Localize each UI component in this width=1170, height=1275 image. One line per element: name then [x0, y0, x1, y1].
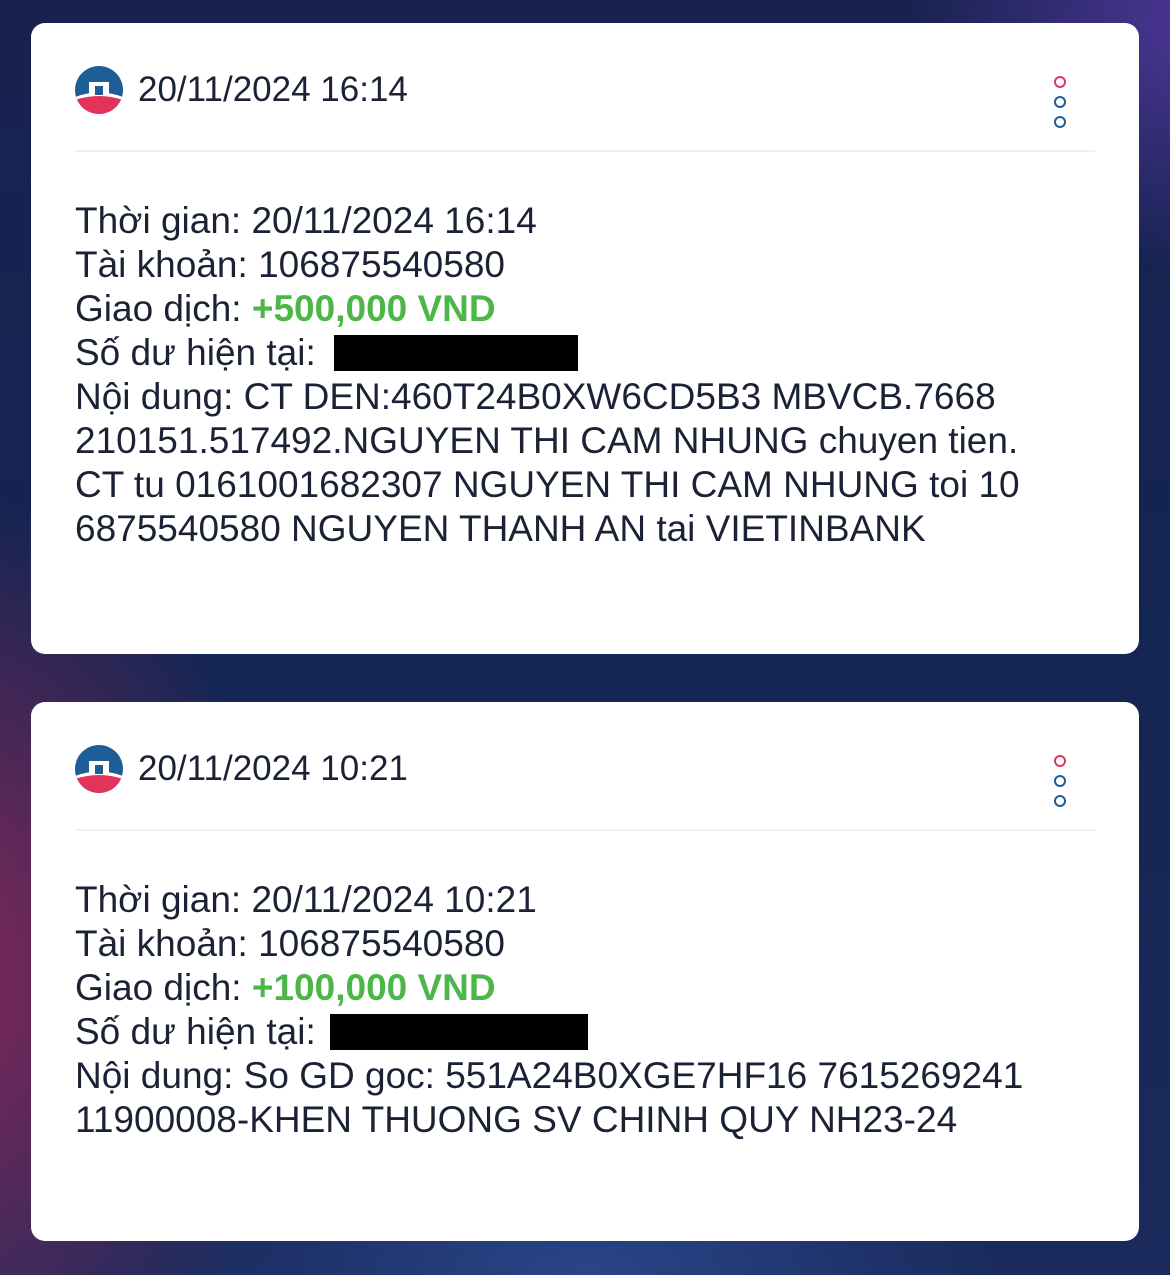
content-line-1: Nội dung: CT DEN:460T24B0XW6CD5B3 MBVCB.…	[75, 375, 1095, 419]
vietinbank-logo-icon	[75, 745, 123, 793]
transaction-amount: +500,000 VND	[251, 288, 496, 329]
notification-body: Thời gian: 20/11/2024 16:14 Tài khoản: 1…	[75, 199, 1095, 551]
transaction-line: Giao dịch: +100,000 VND	[75, 966, 1095, 1010]
notification-body: Thời gian: 20/11/2024 10:21 Tài khoản: 1…	[75, 878, 1095, 1142]
content-block: Nội dung: So GD goc: 551A24B0XGE7HF16 76…	[75, 1054, 1095, 1142]
account-line: Tài khoản: 106875540580	[75, 243, 1095, 287]
notification-card[interactable]: 20/11/2024 10:21 Thời gian: 20/11/2024 1…	[31, 702, 1139, 1241]
balance-label: Số dư hiện tại:	[75, 1011, 316, 1052]
menu-dot	[1054, 775, 1066, 787]
account-label: Tài khoản:	[75, 923, 248, 964]
account-label: Tài khoản:	[75, 244, 248, 285]
more-options-icon[interactable]	[1050, 76, 1070, 132]
content-text: CT tu 0161001682307 NGUYEN THI CAM NHUNG…	[75, 464, 1020, 505]
balance-line: Số dư hiện tại:	[75, 331, 1095, 375]
notification-time: 20/11/2024 10:21	[138, 749, 408, 788]
notification-time: 20/11/2024 16:14	[138, 70, 408, 109]
account-value: 106875540580	[258, 244, 505, 285]
content-block: Nội dung: CT DEN:460T24B0XW6CD5B3 MBVCB.…	[75, 375, 1095, 551]
time-line: Thời gian: 20/11/2024 10:21	[75, 878, 1095, 922]
account-value: 106875540580	[258, 923, 505, 964]
transaction-label: Giao dịch:	[75, 967, 242, 1008]
balance-line: Số dư hiện tại:	[75, 1010, 1095, 1054]
transaction-label: Giao dịch:	[75, 288, 242, 329]
content-text: So GD goc: 551A24B0XGE7HF16 7615269241	[243, 1055, 1024, 1096]
content-label: Nội dung:	[75, 1055, 234, 1096]
balance-redacted-block	[330, 1014, 589, 1050]
content-text: 210151.517492.NGUYEN THI CAM NHUNG chuye…	[75, 420, 1019, 461]
time-value: 20/11/2024 10:21	[251, 879, 537, 920]
more-options-icon[interactable]	[1050, 755, 1070, 811]
content-label: Nội dung:	[75, 376, 234, 417]
notification-header: 20/11/2024 10:21	[75, 702, 1095, 831]
time-line: Thời gian: 20/11/2024 16:14	[75, 199, 1095, 243]
balance-label: Số dư hiện tại:	[75, 332, 316, 373]
menu-dot	[1054, 116, 1066, 128]
menu-dot	[1054, 76, 1066, 88]
time-label: Thời gian:	[75, 879, 242, 920]
content-text: 11900008-KHEN THUONG SV CHINH QUY NH23-2…	[75, 1099, 958, 1140]
time-value: 20/11/2024 16:14	[251, 200, 537, 241]
menu-dot	[1054, 96, 1066, 108]
vietinbank-logo-icon	[75, 66, 123, 114]
account-line: Tài khoản: 106875540580	[75, 922, 1095, 966]
notification-header: 20/11/2024 16:14	[75, 23, 1095, 152]
time-label: Thời gian:	[75, 200, 242, 241]
transaction-amount: +100,000 VND	[251, 967, 496, 1008]
content-text: 6875540580 NGUYEN THANH AN tai VIETINBAN…	[75, 508, 926, 549]
content-line-1: Nội dung: So GD goc: 551A24B0XGE7HF16 76…	[75, 1054, 1095, 1098]
transaction-line: Giao dịch: +500,000 VND	[75, 287, 1095, 331]
menu-dot	[1054, 795, 1066, 807]
menu-dot	[1054, 755, 1066, 767]
content-text: CT DEN:460T24B0XW6CD5B3 MBVCB.7668	[243, 376, 996, 417]
balance-redacted-block	[334, 335, 579, 371]
notification-card[interactable]: 20/11/2024 16:14 Thời gian: 20/11/2024 1…	[31, 23, 1139, 654]
